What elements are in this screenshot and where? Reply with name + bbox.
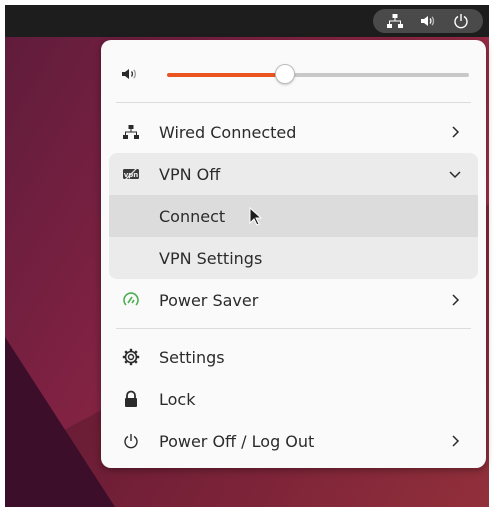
svg-text:vpn: vpn <box>124 171 139 179</box>
chevron-right-icon <box>448 124 462 143</box>
vpn-section: vpn VPN Off Connect VPN Settings <box>109 153 478 279</box>
volume-slider-track[interactable] <box>285 73 469 77</box>
vpn-icon: vpn <box>121 164 141 184</box>
chevron-down-icon <box>448 166 462 185</box>
settings-label: Settings <box>159 347 225 367</box>
settings-item[interactable]: Settings <box>109 336 478 378</box>
vpn-connect-label: Connect <box>159 206 226 226</box>
gear-icon <box>121 347 141 367</box>
lock-label: Lock <box>159 389 196 409</box>
volume-icon <box>121 66 139 86</box>
lock-item[interactable]: Lock <box>109 378 478 420</box>
vpn-settings-item[interactable]: VPN Settings <box>109 237 478 279</box>
top-bar <box>5 5 489 37</box>
separator <box>116 102 471 103</box>
quick-settings-menu: Wired Connected vpn VPN Off Connect VPN … <box>101 40 486 468</box>
volume-icon <box>420 13 436 29</box>
separator <box>116 328 471 329</box>
system-tray[interactable] <box>373 9 483 33</box>
network-wired-icon <box>121 122 141 142</box>
power-mode-item[interactable]: Power Saver <box>109 279 478 321</box>
power-off-label: Power Off / Log Out <box>159 431 315 451</box>
vpn-toggle-item[interactable]: vpn VPN Off <box>109 153 478 195</box>
volume-slider-handle[interactable] <box>275 64 295 84</box>
chevron-right-icon <box>448 433 462 452</box>
power-icon <box>121 431 141 451</box>
wired-connection-label: Wired Connected <box>159 122 297 142</box>
volume-slider-row <box>109 54 478 94</box>
network-wired-icon <box>387 13 404 29</box>
wired-connection-item[interactable]: Wired Connected <box>109 111 478 153</box>
power-mode-label: Power Saver <box>159 290 259 310</box>
mouse-pointer-icon <box>249 206 263 231</box>
vpn-connect-item[interactable]: Connect <box>109 195 478 237</box>
power-saver-icon <box>121 290 141 310</box>
vpn-label: VPN Off <box>159 164 221 184</box>
vpn-settings-label: VPN Settings <box>159 248 263 268</box>
lock-icon <box>121 389 141 409</box>
chevron-right-icon <box>448 292 462 311</box>
power-off-item[interactable]: Power Off / Log Out <box>109 420 478 462</box>
wallpaper-shape <box>5 337 115 507</box>
power-icon <box>453 13 469 29</box>
volume-slider-fill <box>167 73 285 77</box>
